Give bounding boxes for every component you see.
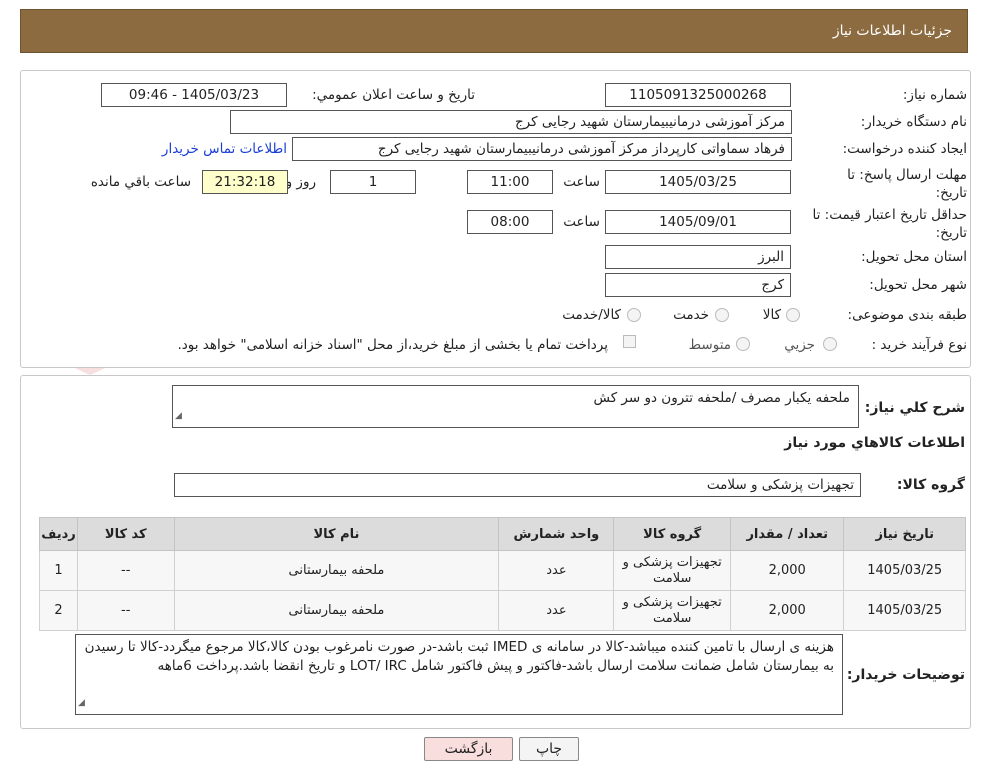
deadline-date-field: 1405/03/25 (605, 170, 791, 194)
treasury-payment-checkbox[interactable] (623, 335, 636, 348)
col-header-group: گروه کالا (613, 517, 731, 551)
province-label: استان محل تحويل: (861, 249, 967, 265)
back-button[interactable]: بازگشت (424, 737, 513, 761)
description-label: شرح کلي نياز: (864, 400, 965, 416)
deadline-label-2: تاريخ: (935, 185, 967, 201)
city-label: شهر محل تحويل: (869, 277, 967, 293)
creator-field: فرهاد سماواتی کارپرداز مرکز آموزشی درمان… (292, 137, 792, 161)
description-text: ملحفه یکبار مصرف /ملحفه تترون دو سر کش (593, 390, 851, 406)
col-header-quantity: تعداد / مقدار (729, 517, 845, 551)
col-header-code: کد کالا (76, 517, 175, 551)
table-header-row: رديف کد کالا نام کالا واحد شمارش گروه کا… (39, 517, 966, 551)
col-header-unit: واحد شمارش (498, 517, 615, 551)
resize-grip-icon[interactable]: ◢ (175, 407, 182, 426)
col-header-name: نام کالا (173, 517, 500, 551)
process-partial-text: جزيي (784, 337, 815, 353)
resize-grip-icon[interactable]: ◢ (78, 694, 85, 713)
announce-label: تاریخ و ساعت اعلان عمومي: (312, 87, 475, 103)
buyer-contact-link[interactable]: اطلاعات تماس خريدار (162, 141, 287, 157)
cell-need-date: 1405/03/25 (843, 550, 966, 591)
deadline-time-label: ساعت (563, 174, 600, 190)
cell-group: تجهیزات پزشکی و سلامت (613, 590, 731, 631)
description-textarea: ملحفه یکبار مصرف /ملحفه تترون دو سر کش ◢ (172, 385, 859, 428)
process-label: نوع فرآيند خريد : (871, 337, 967, 353)
deadline-time-field: 11:00 (467, 170, 553, 194)
goods-table: رديف کد کالا نام کالا واحد شمارش گروه کا… (39, 517, 966, 631)
category-service-radio[interactable] (715, 308, 729, 322)
announce-field: 1405/03/23 - 09:46 (101, 83, 287, 107)
print-button[interactable]: چاپ (519, 737, 579, 761)
validity-time-label: ساعت (563, 214, 600, 230)
process-medium-radio[interactable] (736, 337, 750, 351)
cell-unit: عدد (498, 590, 615, 631)
cell-row-number: 1 (39, 550, 78, 591)
days-remaining-field: 1 (330, 170, 416, 194)
category-goods-text: کالا (762, 307, 781, 323)
process-partial-radio[interactable] (823, 337, 837, 351)
buyer-notes-label: توضيحات خريدار: (846, 667, 965, 683)
cell-quantity: 2,000 (729, 550, 845, 591)
cell-quantity: 2,000 (729, 590, 845, 631)
cell-name: ملحفه بیمارستانی (173, 590, 500, 631)
validity-label-2: تاريخ: (935, 225, 967, 241)
deadline-label: مهلت ارسال پاسخ: تا (847, 167, 967, 183)
page-title: جزئیات اطلاعات نیاز (832, 23, 952, 39)
buyer-org-field: مرکز آموزشی درمانیبیمارستان شهید رجایی ک… (230, 110, 792, 134)
cell-row-number: 2 (39, 590, 78, 631)
validity-label: حداقل تاريخ اعتبار قيمت: تا (812, 207, 967, 223)
city-field: کرج (605, 273, 791, 297)
goods-group-label: گروه کالا: (896, 477, 965, 493)
days-label: روز و (285, 174, 316, 190)
table-row: 1 -- ملحفه بیمارستانی عدد تجهیزات پزشکی … (39, 550, 966, 591)
col-header-row-number: رديف (39, 517, 78, 551)
remaining-label: ساعت باقي مانده (90, 174, 191, 190)
category-goods-service-radio[interactable] (627, 308, 641, 322)
page-header: جزئیات اطلاعات نیاز (20, 9, 968, 53)
category-goods-service-text: کالا/خدمت (562, 307, 621, 323)
goods-info-title: اطلاعات کالاهاي مورد نياز (784, 435, 965, 451)
cell-need-date: 1405/03/25 (843, 590, 966, 631)
cell-name: ملحفه بیمارستانی (173, 550, 500, 591)
category-label: طبقه بندی موضوعی: (847, 307, 967, 323)
cell-unit: عدد (498, 550, 615, 591)
validity-date-field: 1405/09/01 (605, 210, 791, 234)
remaining-time-field: 21:32:18 (202, 170, 288, 194)
payment-note: پرداخت تمام يا بخشی از مبلغ خريد،از محل … (177, 337, 608, 353)
buyer-org-label: نام دستگاه خريدار: (860, 114, 967, 130)
cell-code: -- (76, 550, 175, 591)
table-row: 2 -- ملحفه بیمارستانی عدد تجهیزات پزشکی … (39, 590, 966, 631)
need-number-label: شماره نیاز: (902, 87, 967, 103)
validity-time-field: 08:00 (467, 210, 553, 234)
creator-label: ايجاد کننده درخواست: (842, 141, 967, 157)
goods-group-field: تجهیزات پزشکی و سلامت (174, 473, 861, 497)
province-field: البرز (605, 245, 791, 269)
col-header-need-date: تاريخ نياز (843, 517, 966, 551)
buyer-notes-textarea: هزینه ی ارسال با تامین کننده میباشد-کالا… (75, 634, 843, 715)
category-service-text: خدمت (673, 307, 709, 323)
buyer-notes-text: هزینه ی ارسال با تامین کننده میباشد-کالا… (84, 639, 834, 674)
process-medium-text: متوسط (688, 337, 731, 353)
need-number-field: 1105091325000268 (605, 83, 791, 107)
cell-code: -- (76, 590, 175, 631)
cell-group: تجهیزات پزشکی و سلامت (613, 550, 731, 591)
category-goods-radio[interactable] (786, 308, 800, 322)
